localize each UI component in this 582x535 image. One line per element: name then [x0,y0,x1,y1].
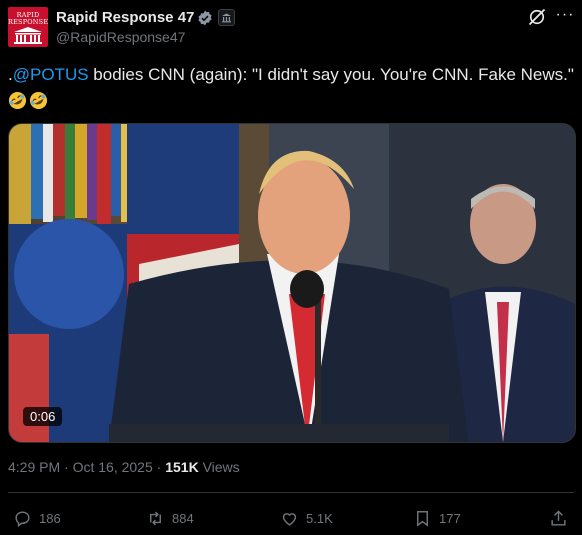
tweet-time[interactable]: 4:29 PM [8,459,60,475]
meta-separator: · [64,459,69,475]
tweet-meta: 4:29 PM · Oct 16, 2025 · 151K Views [8,459,240,475]
government-building-icon[interactable] [218,9,235,26]
bookmark-count: 177 [439,510,461,526]
bookmark-icon [417,510,428,527]
views-count: 151K [165,459,199,475]
reply-icon [15,510,30,527]
tweet-emojis [8,88,50,110]
account-name[interactable]: Rapid Response 47 [56,9,194,26]
meta-separator-2: · [156,459,162,475]
rolling-on-floor-laughing-emoji-2 [29,91,48,109]
like-button[interactable]: 5.1K [280,508,333,528]
share-button[interactable] [549,508,568,528]
grok-icon[interactable] [527,7,547,27]
share-icon [551,509,566,526]
views-label: Views [202,459,240,475]
heart-icon [282,512,297,526]
like-count: 5.1K [306,510,333,526]
video-player[interactable]: 0:06 [8,123,576,443]
repost-icon [150,511,161,525]
avatar[interactable]: RAPID RESPONSE [8,7,48,47]
building-icon [14,27,42,44]
video-frame [9,124,575,442]
repost-button[interactable]: 884 [146,508,194,528]
account-handle[interactable]: @RapidResponse47 [56,29,185,45]
verified-badge-icon [198,10,212,26]
repost-count: 884 [172,510,194,526]
bookmark-button[interactable]: 177 [413,508,461,528]
reply-button[interactable]: 186 [13,508,61,528]
rolling-on-floor-laughing-emoji [8,91,27,109]
video-duration: 0:06 [23,407,63,426]
more-options-icon[interactable]: ··· [555,6,575,26]
tweet-body: bodies CNN (again): "I didn't say you. Y… [88,65,574,84]
avatar-logo-text: RAPID RESPONSE [8,11,48,26]
tweet-date[interactable]: Oct 16, 2025 [73,459,153,475]
divider [8,492,574,493]
reply-count: 186 [39,510,61,526]
mention-link[interactable]: @POTUS [13,65,89,84]
tweet-text: .@POTUS bodies CNN (again): "I didn't sa… [8,64,578,86]
